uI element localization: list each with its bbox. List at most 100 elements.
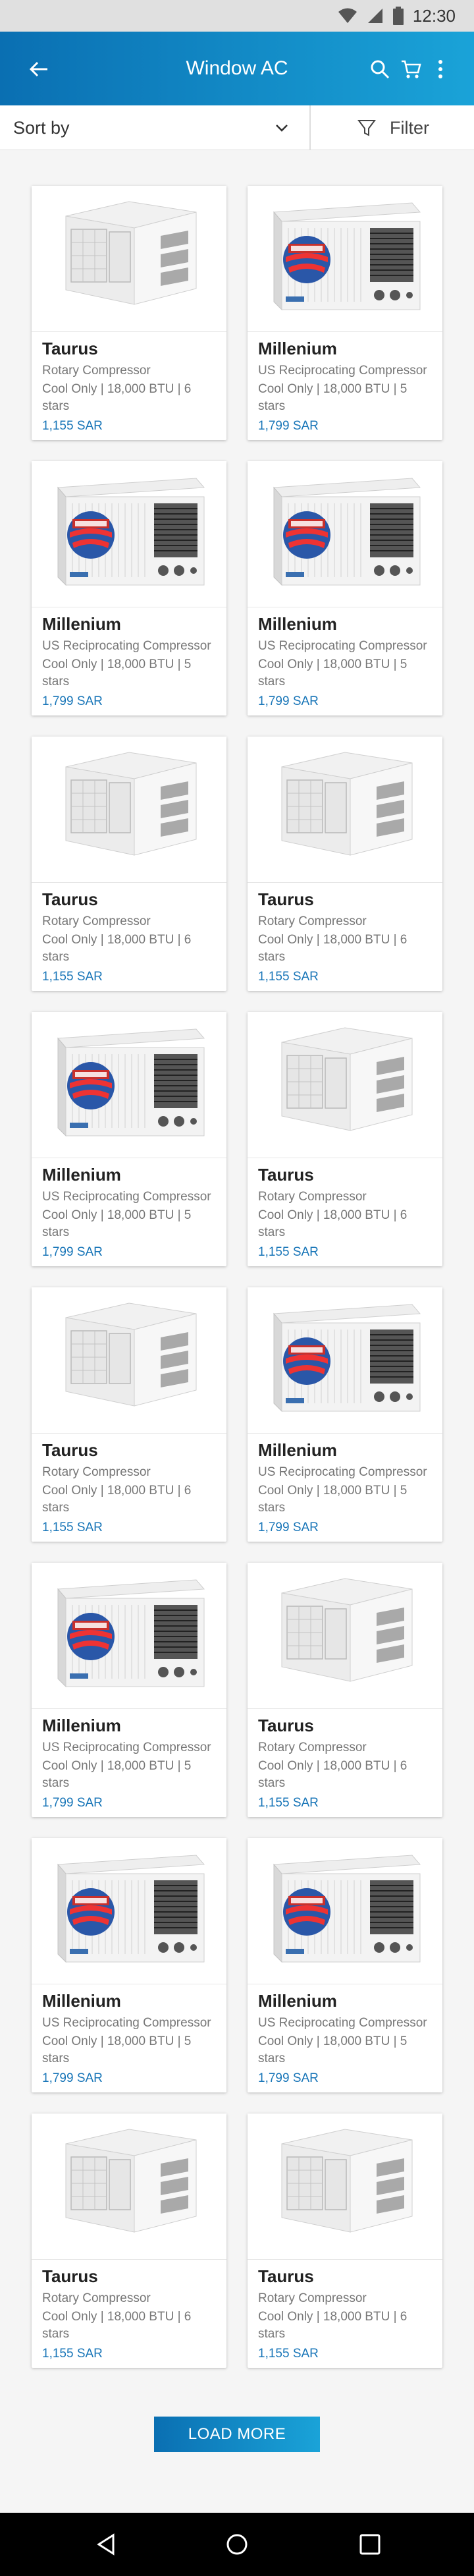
product-price: 1,155 SAR (258, 970, 319, 984)
filter-label: Filter (390, 117, 429, 138)
product-card[interactable]: Millenium US Reciprocating Compressor Cool… (248, 1838, 442, 2092)
product-price: 1,799 SAR (42, 2071, 103, 2085)
product-name: Taurus (42, 1440, 98, 1460)
product-name: Taurus (258, 1165, 314, 1185)
product-image[interactable] (32, 1838, 226, 1984)
home-circle-icon[interactable] (225, 2533, 249, 2556)
product-spec: Cool Only | 18,000 BTU | 6 stars (258, 1208, 408, 1239)
signal-icon (367, 9, 382, 23)
product-subtitle: US Reciprocating Compressor (258, 364, 427, 378)
product-spec: Cool Only | 18,000 BTU | 5 stars (258, 382, 408, 413)
product-subtitle: Rotary Compressor (258, 1190, 367, 1204)
product-image[interactable] (32, 737, 226, 883)
product-spec: Cool Only | 18,000 BTU | 5 stars (42, 1759, 192, 1790)
product-subtitle: Rotary Compressor (42, 1465, 151, 1479)
product-name: Taurus (258, 2266, 314, 2286)
product-price: 1,799 SAR (42, 694, 103, 708)
product-image[interactable] (32, 2114, 226, 2260)
product-price: 1,799 SAR (258, 694, 319, 708)
product-subtitle: Rotary Compressor (258, 2291, 367, 2305)
product-name: Taurus (258, 889, 314, 909)
product-subtitle: Rotary Compressor (42, 364, 151, 378)
product-price: 1,155 SAR (42, 970, 103, 984)
product-image[interactable] (248, 1563, 442, 1709)
product-name: Millenium (42, 614, 121, 634)
status-time: 12:30 (412, 5, 456, 26)
product-spec: Cool Only | 18,000 BTU | 6 stars (42, 2310, 192, 2341)
load-more-button[interactable]: LOAD MORE (154, 2417, 320, 2452)
product-image[interactable] (32, 186, 226, 332)
product-name: Taurus (42, 889, 98, 909)
product-name: Millenium (42, 1991, 121, 2011)
filter-funnel-icon (357, 120, 376, 136)
product-image[interactable] (32, 1012, 226, 1158)
product-subtitle: US Reciprocating Compressor (258, 639, 427, 653)
search-icon[interactable] (369, 58, 391, 80)
product-price: 1,799 SAR (258, 2071, 319, 2085)
product-subtitle: US Reciprocating Compressor (42, 2016, 211, 2030)
product-card[interactable]: Millenium US Reciprocating Compressor Cool… (248, 1287, 442, 1542)
product-price: 1,155 SAR (258, 1245, 319, 1259)
more-vert-icon[interactable] (429, 58, 452, 80)
product-card[interactable]: Taurus Rotary Compressor Cool Only | 18,00… (248, 2114, 442, 2368)
product-image[interactable] (248, 737, 442, 883)
product-card[interactable]: Taurus Rotary Compressor Cool Only | 18,00… (32, 737, 226, 991)
product-card[interactable]: Taurus Rotary Compressor Cool Only | 18,00… (32, 186, 226, 440)
product-card[interactable]: Millenium US Reciprocating Compressor Cool… (32, 461, 226, 715)
product-image[interactable] (32, 1287, 226, 1434)
product-spec: Cool Only | 18,000 BTU | 5 stars (258, 2034, 408, 2065)
product-price: 1,155 SAR (42, 1521, 103, 1534)
product-price: 1,155 SAR (42, 419, 103, 433)
battery-icon (392, 7, 404, 25)
product-spec: Cool Only | 18,000 BTU | 6 stars (258, 1759, 408, 1790)
product-name: Millenium (258, 614, 337, 634)
sort-dropdown[interactable]: Sort by (0, 105, 311, 150)
product-name: Millenium (258, 1991, 337, 2011)
product-card[interactable]: Taurus Rotary Compressor Cool Only | 18,00… (248, 737, 442, 991)
product-image[interactable] (248, 1287, 442, 1434)
product-spec: Cool Only | 18,000 BTU | 6 stars (258, 2310, 408, 2341)
product-name: Millenium (258, 1440, 337, 1460)
recents-square-icon[interactable] (358, 2533, 382, 2556)
product-price: 1,155 SAR (258, 1796, 319, 1810)
product-subtitle: US Reciprocating Compressor (42, 1190, 211, 1204)
product-subtitle: US Reciprocating Compressor (42, 639, 211, 653)
product-spec: Cool Only | 18,000 BTU | 6 stars (258, 933, 408, 964)
product-image[interactable] (248, 1012, 442, 1158)
product-card[interactable]: Taurus Rotary Compressor Cool Only | 18,00… (248, 1012, 442, 1266)
product-spec: Cool Only | 18,000 BTU | 6 stars (42, 933, 192, 964)
product-card[interactable]: Millenium US Reciprocating Compressor Cool… (32, 1838, 226, 2092)
product-card[interactable]: Taurus Rotary Compressor Cool Only | 18,00… (248, 1563, 442, 1817)
product-price: 1,799 SAR (258, 419, 319, 433)
product-price: 1,799 SAR (258, 1521, 319, 1534)
filter-button[interactable]: Filter (312, 105, 474, 150)
product-image[interactable] (32, 1563, 226, 1709)
product-price: 1,799 SAR (42, 1796, 103, 1810)
product-name: Millenium (42, 1716, 121, 1735)
product-card[interactable]: Millenium US Reciprocating Compressor Cool… (248, 186, 442, 440)
product-price: 1,155 SAR (258, 2347, 319, 2361)
product-card[interactable]: Taurus Rotary Compressor Cool Only | 18,00… (32, 1287, 226, 1542)
product-subtitle: Rotary Compressor (42, 2291, 151, 2305)
wifi-icon (338, 8, 357, 23)
product-name: Taurus (258, 1716, 314, 1735)
product-card[interactable]: Millenium US Reciprocating Compressor Cool… (32, 1563, 226, 1817)
product-image[interactable] (32, 461, 226, 607)
product-price: 1,155 SAR (42, 2347, 103, 2361)
product-spec: Cool Only | 18,000 BTU | 5 stars (258, 658, 408, 688)
back-triangle-icon[interactable] (95, 2533, 118, 2556)
cart-icon[interactable] (400, 58, 423, 80)
product-subtitle: Rotary Compressor (258, 1741, 367, 1754)
product-image[interactable] (248, 2114, 442, 2260)
product-image[interactable] (248, 186, 442, 332)
product-spec: Cool Only | 18,000 BTU | 5 stars (258, 1484, 408, 1515)
status-bar: 12:30 (0, 0, 474, 32)
product-image[interactable] (248, 461, 442, 607)
sort-filter-bar: Sort by Filter (0, 105, 474, 150)
product-spec: Cool Only | 18,000 BTU | 5 stars (42, 1208, 192, 1239)
product-card[interactable]: Millenium US Reciprocating Compressor Cool… (32, 1012, 226, 1266)
product-spec: Cool Only | 18,000 BTU | 5 stars (42, 658, 192, 688)
product-image[interactable] (248, 1838, 442, 1984)
product-card[interactable]: Taurus Rotary Compressor Cool Only | 18,00… (32, 2114, 226, 2368)
product-card[interactable]: Millenium US Reciprocating Compressor Cool… (248, 461, 442, 715)
